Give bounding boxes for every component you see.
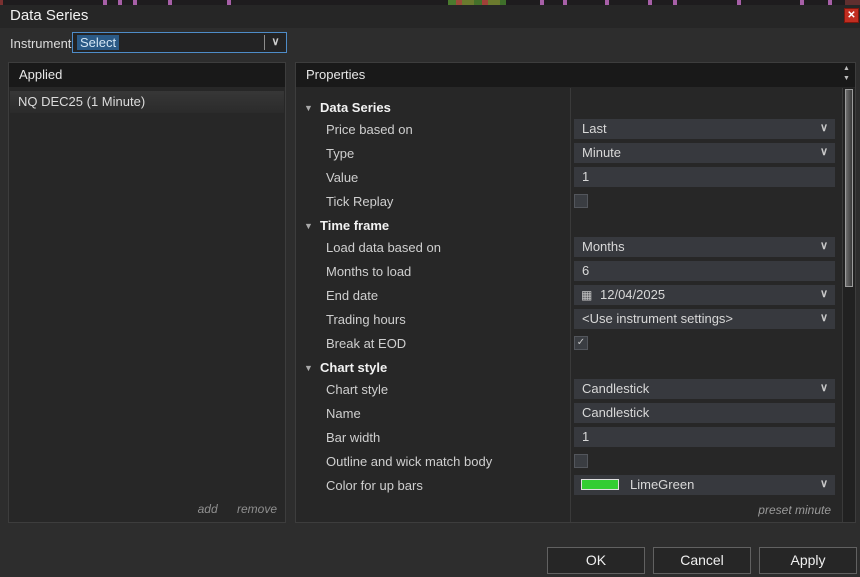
instrument-label: Instrument bbox=[10, 36, 71, 51]
prop-row-end-date: End date ▦ 12/04/2025 ∨ bbox=[296, 285, 843, 309]
scrollbar-thumb[interactable] bbox=[845, 89, 853, 287]
scroll-up-icon[interactable]: ▲ bbox=[840, 64, 853, 74]
add-link[interactable]: add bbox=[198, 502, 218, 516]
calendar-icon: ▦ bbox=[581, 285, 592, 305]
prop-label: Load data based on bbox=[326, 237, 441, 258]
properties-panel: Properties ▲ ▼ ▼ Data SeriesPrice based o… bbox=[295, 62, 856, 523]
type-dropdown[interactable]: Minute ∨ bbox=[574, 143, 835, 163]
value-input[interactable]: 1 bbox=[574, 167, 835, 187]
bar-width-input[interactable]: 1 bbox=[574, 427, 835, 447]
prop-row-chart-style: Chart style Candlestick ∨ bbox=[296, 379, 843, 403]
scroll-down-icon[interactable]: ▼ bbox=[840, 74, 853, 84]
input-value: 6 bbox=[582, 261, 589, 281]
input-value: 1 bbox=[582, 427, 589, 447]
prop-row-value: Value 1 bbox=[296, 167, 843, 191]
prop-row-outline-and-wick-match-body: Outline and wick match body bbox=[296, 451, 843, 475]
months-to-load-input[interactable]: 6 bbox=[574, 261, 835, 281]
prop-row-price-based-on: Price based on Last ∨ bbox=[296, 119, 843, 143]
prop-row-bar-width: Bar width 1 bbox=[296, 427, 843, 451]
chart-style-dropdown[interactable]: Candlestick ∨ bbox=[574, 379, 835, 399]
chevron-down-icon: ∨ bbox=[820, 309, 828, 328]
dropdown-value: Last bbox=[582, 119, 607, 139]
applied-panel: Applied NQ DEC25 (1 Minute) add remove bbox=[8, 62, 286, 523]
ok-button[interactable]: OK bbox=[547, 547, 645, 574]
prop-label: Color for up bars bbox=[326, 475, 423, 496]
prop-label: Type bbox=[326, 143, 354, 164]
outline-and-wick-match-body-checkbox[interactable] bbox=[574, 454, 588, 468]
prop-row-load-data-based-on: Load data based on Months ∨ bbox=[296, 237, 843, 261]
chevron-down-icon: ∨ bbox=[820, 143, 828, 162]
properties-header-label: Properties bbox=[306, 67, 365, 82]
prop-row-color-for-up-bars: Color for up bars LimeGreen ∨ bbox=[296, 475, 843, 499]
prop-label: Break at EOD bbox=[326, 333, 406, 354]
preset-label: preset minute bbox=[758, 503, 831, 517]
prop-label: Tick Replay bbox=[326, 191, 393, 212]
prop-label: Months to load bbox=[326, 261, 411, 282]
dialog-title: Data Series bbox=[10, 7, 88, 24]
prop-row-type: Type Minute ∨ bbox=[296, 143, 843, 167]
prop-label: Trading hours bbox=[326, 309, 406, 330]
chevron-down-icon[interactable]: ∨ bbox=[265, 33, 286, 52]
color-name: LimeGreen bbox=[630, 475, 694, 495]
prop-row-tick-replay: Tick Replay bbox=[296, 191, 843, 215]
dialog-titlebar: Data Series ✕ bbox=[0, 5, 860, 28]
dropdown-value: <Use instrument settings> bbox=[582, 309, 733, 329]
prop-label: Bar width bbox=[326, 427, 380, 448]
name-input[interactable]: Candlestick bbox=[574, 403, 835, 423]
instrument-combobox[interactable]: Select ∨ bbox=[72, 32, 287, 53]
chevron-down-icon: ∨ bbox=[820, 285, 828, 304]
header-scroll-arrows: ▲ ▼ bbox=[840, 64, 853, 86]
prop-row-trading-hours: Trading hours <Use instrument settings> ∨ bbox=[296, 309, 843, 333]
group-label: Data Series bbox=[320, 97, 391, 119]
input-value: Candlestick bbox=[582, 403, 649, 423]
prop-label: Outline and wick match body bbox=[326, 451, 492, 472]
color-for-up-bars-color-dropdown[interactable]: LimeGreen ∨ bbox=[574, 475, 835, 495]
dropdown-value: Minute bbox=[582, 143, 621, 163]
group-label: Time frame bbox=[320, 215, 389, 237]
tick-replay-checkbox[interactable] bbox=[574, 194, 588, 208]
close-icon[interactable]: ✕ bbox=[844, 8, 859, 23]
prop-label: Value bbox=[326, 167, 358, 188]
prop-label: Chart style bbox=[326, 379, 388, 400]
color-swatch bbox=[581, 479, 619, 490]
trading-hours-dropdown[interactable]: <Use instrument settings> ∨ bbox=[574, 309, 835, 329]
load-data-based-on-dropdown[interactable]: Months ∨ bbox=[574, 237, 835, 257]
instrument-value: Select bbox=[77, 35, 119, 50]
prop-row-name: Name Candlestick bbox=[296, 403, 843, 427]
collapse-triangle-icon[interactable]: ▼ bbox=[304, 215, 313, 237]
chevron-down-icon: ∨ bbox=[820, 237, 828, 256]
date-value: 12/04/2025 bbox=[600, 285, 665, 305]
remove-link[interactable]: remove bbox=[237, 502, 277, 516]
dropdown-value: Candlestick bbox=[582, 379, 649, 399]
check-icon: ✓ bbox=[577, 337, 585, 348]
break-at-eod-checkbox[interactable]: ✓ bbox=[574, 336, 588, 350]
collapse-triangle-icon[interactable]: ▼ bbox=[304, 357, 313, 379]
collapse-triangle-icon[interactable]: ▼ bbox=[304, 97, 313, 119]
dropdown-value: Months bbox=[582, 237, 625, 257]
properties-header: Properties ▲ ▼ bbox=[296, 63, 855, 87]
price-based-on-dropdown[interactable]: Last ∨ bbox=[574, 119, 835, 139]
prop-label: Price based on bbox=[326, 119, 413, 140]
end-date-date-picker[interactable]: ▦ 12/04/2025 ∨ bbox=[574, 285, 835, 305]
chevron-down-icon: ∨ bbox=[820, 475, 828, 494]
prop-row-break-at-eod: Break at EOD ✓ bbox=[296, 333, 843, 357]
apply-button[interactable]: Apply bbox=[759, 547, 857, 574]
prop-row-months-to-load: Months to load 6 bbox=[296, 261, 843, 285]
prop-label: Name bbox=[326, 403, 361, 424]
group-label: Chart style bbox=[320, 357, 387, 379]
prop-label: End date bbox=[326, 285, 378, 306]
chevron-down-icon: ∨ bbox=[820, 379, 828, 398]
input-value: 1 bbox=[582, 167, 589, 187]
cancel-button[interactable]: Cancel bbox=[653, 547, 751, 574]
chevron-down-icon: ∨ bbox=[820, 119, 828, 138]
data-series-dialog: Data Series ✕ Instrument Select ∨ Applie… bbox=[0, 0, 860, 577]
properties-scrollbar[interactable] bbox=[842, 88, 855, 522]
applied-series-item[interactable]: NQ DEC25 (1 Minute) bbox=[10, 91, 284, 113]
applied-header: Applied bbox=[9, 63, 285, 87]
